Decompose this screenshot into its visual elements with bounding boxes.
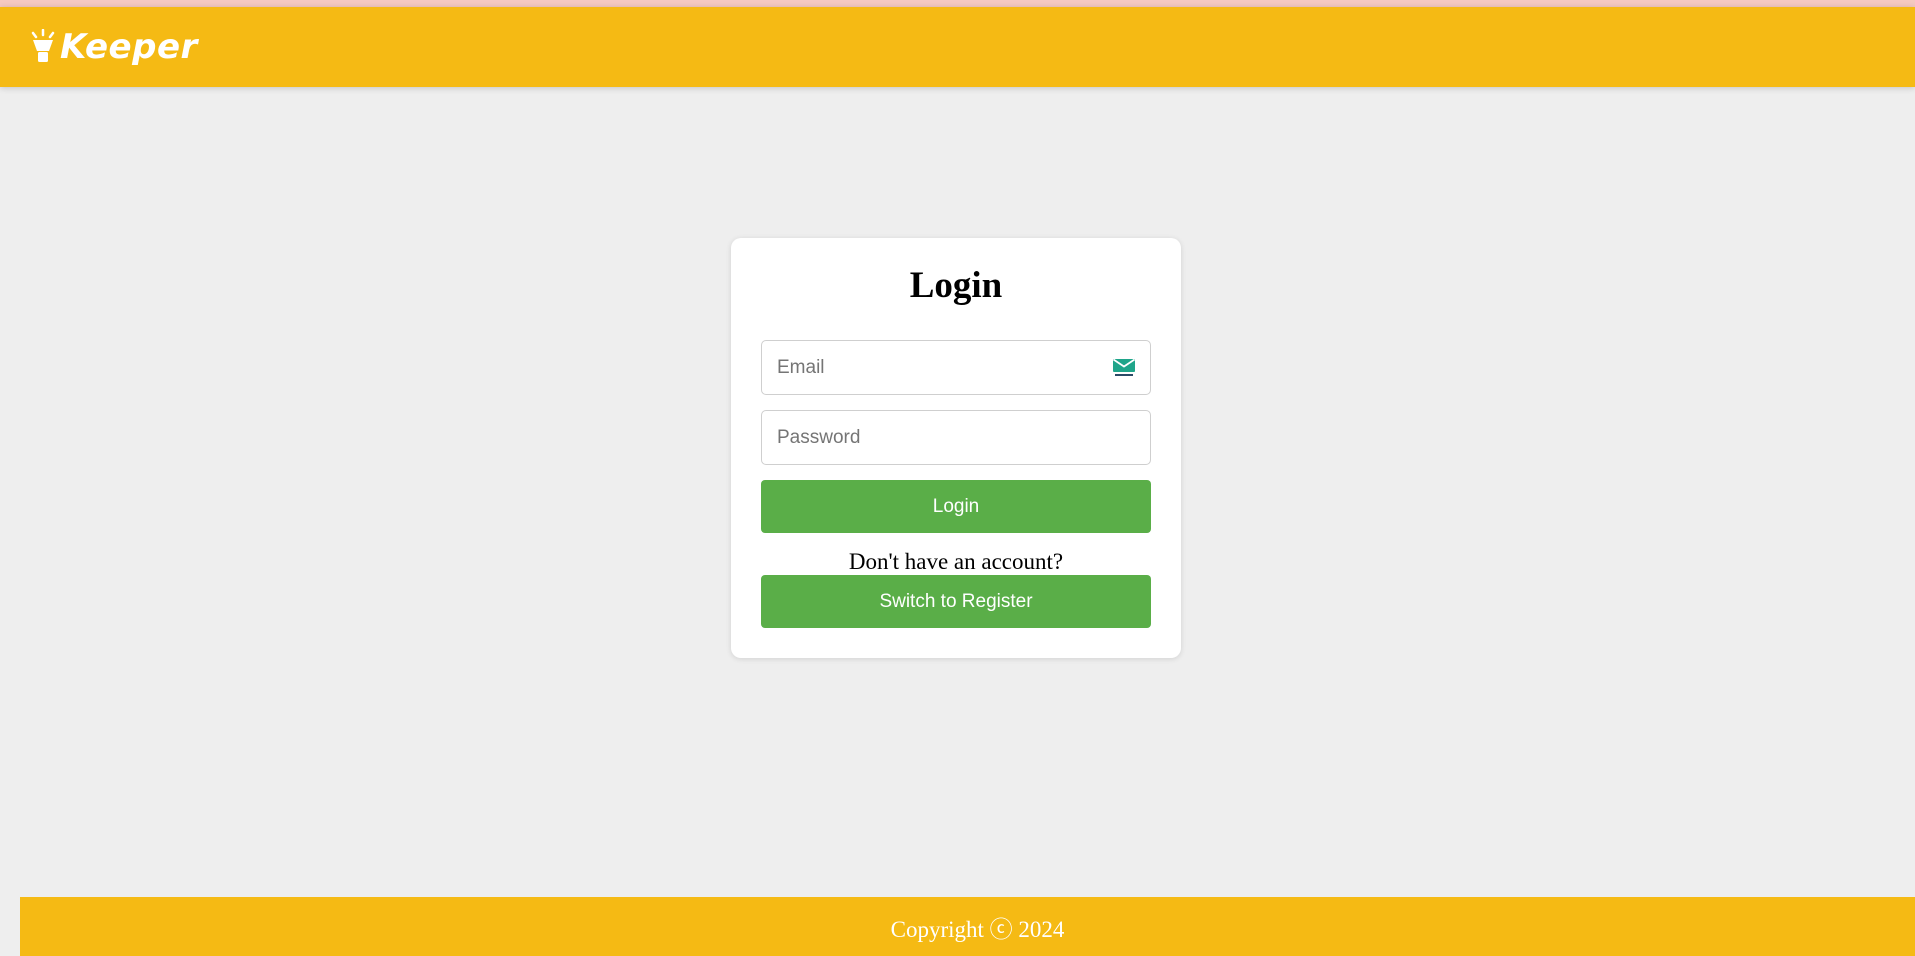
login-title: Login [909, 265, 1003, 306]
login-card: Login Login Don't have an account? Switc… [731, 238, 1181, 658]
top-accent-line [0, 0, 1915, 7]
page-footer: Copyright ⓒ 2024 [20, 897, 1915, 956]
email-input[interactable] [761, 340, 1151, 395]
switch-to-register-button[interactable]: Switch to Register [761, 575, 1151, 628]
lightbulb-icon [31, 29, 55, 62]
brand-logo[interactable]: Keeper [30, 27, 198, 67]
brand-name: Keeper [60, 27, 198, 67]
password-input[interactable] [761, 410, 1151, 465]
copyright-text: Copyright ⓒ 2024 [890, 916, 1065, 942]
mail-icon[interactable] [1112, 358, 1136, 378]
app-header: Keeper [0, 7, 1915, 87]
switch-prompt: Don't have an account? [848, 549, 1064, 574]
login-button[interactable]: Login [761, 480, 1151, 533]
